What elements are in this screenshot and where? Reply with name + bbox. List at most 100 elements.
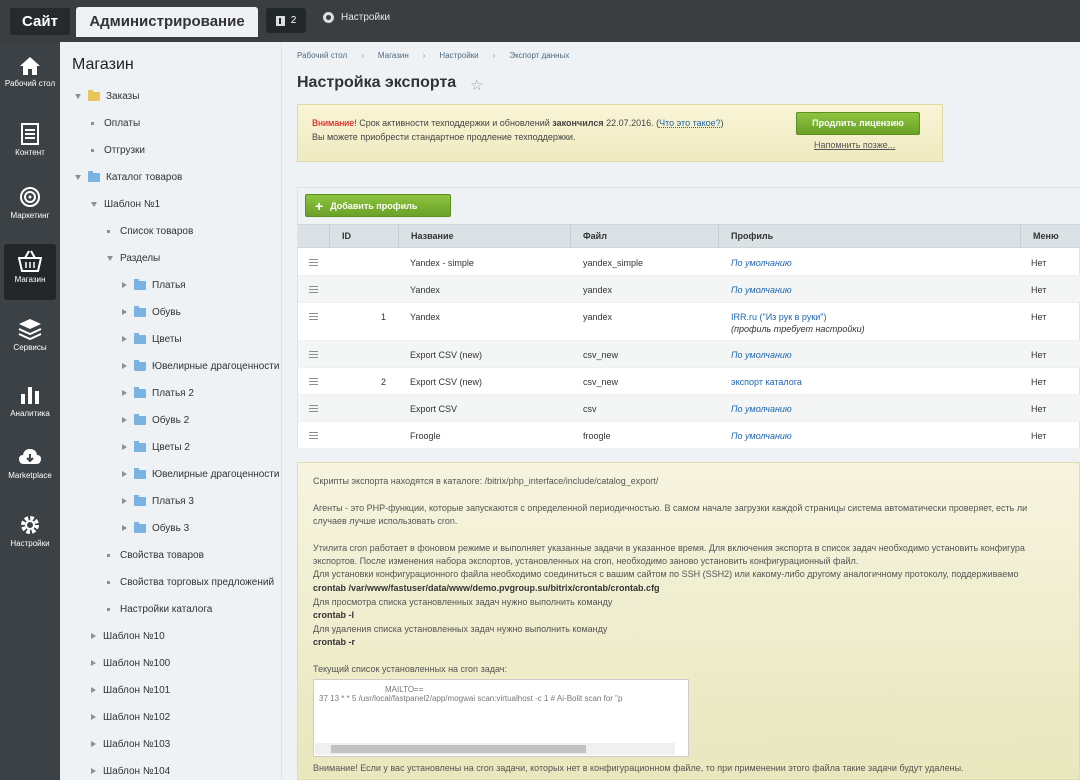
cell-profile-link[interactable]: экспорт каталога <box>731 377 802 387</box>
tree-item-section[interactable]: Цветы 2 <box>122 440 190 454</box>
what-is-this-link[interactable]: Что это такое? <box>659 118 721 128</box>
row-menu-icon[interactable] <box>309 405 318 412</box>
tree-item-section[interactable]: Цветы <box>122 332 182 346</box>
cell-profile-link[interactable]: По умолчанию <box>731 404 792 414</box>
table-row[interactable]: 2 Export CSV (new) csv_new экспорт катал… <box>298 368 1080 395</box>
expand-arrow-icon[interactable] <box>122 444 127 450</box>
menu-item-analytics[interactable]: Аналитика <box>4 378 56 434</box>
tree-item-catalog-settings[interactable]: Настройки каталога <box>107 602 212 616</box>
expand-arrow-icon[interactable] <box>107 255 113 261</box>
tree-item-product-list[interactable]: Список товаров <box>107 224 193 238</box>
settings-label: Настройки <box>341 12 391 23</box>
cell-profile-link[interactable]: IRR.ru ("Из рук в руки") <box>731 312 826 322</box>
cell-profile-link[interactable]: По умолчанию <box>731 258 792 268</box>
expand-arrow-icon[interactable] <box>91 687 96 693</box>
row-menu-icon[interactable] <box>309 378 318 385</box>
menu-item-shop[interactable]: Магазин <box>4 244 56 300</box>
favorite-star-icon[interactable]: ☆ <box>470 76 483 94</box>
row-menu-icon[interactable] <box>309 259 318 266</box>
tree-item-catalog[interactable]: Каталог товаров <box>75 170 182 184</box>
table-row[interactable]: 1 Yandex yandex IRR.ru ("Из рук в руки")… <box>298 303 1080 341</box>
expand-arrow-icon[interactable] <box>91 741 96 747</box>
tree-item-template[interactable]: Шаблон №101 <box>91 683 170 697</box>
menu-item-settings[interactable]: Настройки <box>4 508 56 564</box>
cron-tasks-textarea[interactable]: MAILTO== 37 13 * * 5 /usr/local/fastpane… <box>313 679 689 757</box>
tree-item-template[interactable]: Шаблон №102 <box>91 710 170 724</box>
expand-arrow-icon[interactable] <box>122 525 127 531</box>
menu-item-desktop[interactable]: Рабочий стол <box>4 50 56 106</box>
cell-profile-link[interactable]: По умолчанию <box>731 285 792 295</box>
expand-arrow-icon[interactable] <box>122 390 127 396</box>
cell-profile-note: (профиль требует настройки) <box>731 324 865 334</box>
tree-item-section[interactable]: Обувь <box>122 305 181 319</box>
admin-tab[interactable]: Администрирование <box>76 7 258 37</box>
column-header-menu[interactable]: Меню <box>1020 225 1080 247</box>
table-row[interactable]: Yandex - simple yandex_simple По умолчан… <box>298 249 1080 276</box>
cell-profile-link[interactable]: По умолчанию <box>731 431 792 441</box>
table-row[interactable]: Yandex yandex По умолчанию Нет <box>298 276 1080 303</box>
expand-arrow-icon[interactable] <box>91 768 96 774</box>
tree-item-section[interactable]: Обувь 2 <box>122 413 189 427</box>
tree-item-payments[interactable]: Оплаты <box>91 116 140 130</box>
row-menu-icon[interactable] <box>309 313 318 320</box>
tree-item-section[interactable]: Платья <box>122 278 186 292</box>
expand-arrow-icon[interactable] <box>75 174 81 180</box>
menu-item-content[interactable]: Контент <box>4 117 56 173</box>
column-header-id[interactable]: ID <box>329 225 398 247</box>
expand-arrow-icon[interactable] <box>91 660 96 666</box>
expand-arrow-icon[interactable] <box>75 93 81 99</box>
breadcrumb-item[interactable]: Магазин <box>378 51 409 60</box>
expand-arrow-icon[interactable] <box>122 498 127 504</box>
column-header-name[interactable]: Название <box>398 225 570 247</box>
horizontal-scrollbar[interactable] <box>315 743 675 755</box>
tree-item-section[interactable]: Ювелирные драгоценности <box>122 359 279 373</box>
main-content: Рабочий стол › Магазин › Настройки › Экспор… <box>282 42 1080 780</box>
tree-item-template[interactable]: Шаблон №103 <box>91 737 170 751</box>
tree-item-template[interactable]: Шаблон №10 <box>91 629 165 643</box>
tree-item-shipments[interactable]: Отгрузки <box>91 143 145 157</box>
tree-item-section[interactable]: Ювелирные драгоценности 2 <box>122 467 281 481</box>
site-tab[interactable]: Сайт <box>10 8 70 35</box>
scrollbar-thumb[interactable] <box>331 745 586 753</box>
tree-item-product-properties[interactable]: Свойства товаров <box>107 548 204 562</box>
tree-item-template[interactable]: Шаблон №100 <box>91 656 170 670</box>
table-row[interactable]: Export CSV (new) csv_new По умолчанию Не… <box>298 341 1080 368</box>
menu-item-services[interactable]: Сервисы <box>4 312 56 368</box>
tree-item-section[interactable]: Платья 3 <box>122 494 194 508</box>
expand-arrow-icon[interactable] <box>122 282 127 288</box>
renew-license-button[interactable]: Продлить лицензию <box>796 112 920 135</box>
menu-item-marketplace[interactable]: Marketplace <box>4 440 56 496</box>
expand-arrow-icon[interactable] <box>91 201 97 207</box>
tree-item-section[interactable]: Платья 2 <box>122 386 194 400</box>
menu-item-marketing[interactable]: Маркетинг <box>4 180 56 236</box>
expand-arrow-icon[interactable] <box>91 633 96 639</box>
remind-later-link[interactable]: Напомнить позже... <box>814 140 895 150</box>
expand-arrow-icon[interactable] <box>122 336 127 342</box>
column-header-profile[interactable]: Профиль <box>718 225 1020 247</box>
tree-item-orders[interactable]: Заказы <box>75 89 139 103</box>
column-header-file[interactable]: Файл <box>570 225 718 247</box>
breadcrumb-item[interactable]: Экспорт данных <box>509 51 569 60</box>
table-row[interactable]: Froogle froogle По умолчанию Нет <box>298 422 1080 449</box>
row-menu-icon[interactable] <box>309 351 318 358</box>
tree-item-sections[interactable]: Разделы <box>107 251 160 265</box>
cell-profile-link[interactable]: По умолчанию <box>731 350 792 360</box>
breadcrumb-item[interactable]: Рабочий стол <box>297 51 347 60</box>
tree-item-offer-properties[interactable]: Свойства торговых предложений <box>107 575 274 589</box>
row-menu-icon[interactable] <box>309 286 318 293</box>
table-row[interactable]: Export CSV csv По умолчанию Нет <box>298 395 1080 422</box>
expand-arrow-icon[interactable] <box>122 471 127 477</box>
expand-arrow-icon[interactable] <box>91 714 96 720</box>
row-menu-icon[interactable] <box>309 432 318 439</box>
expand-arrow-icon[interactable] <box>122 309 127 315</box>
tree-item-section[interactable]: Обувь 3 <box>122 521 189 535</box>
expand-arrow-icon[interactable] <box>122 417 127 423</box>
settings-link[interactable]: Настройки <box>323 12 390 23</box>
add-profile-button[interactable]: + Добавить профиль <box>305 194 451 217</box>
tree-item-template-1[interactable]: Шаблон №1 <box>91 197 160 211</box>
notifications-button[interactable]: 2 <box>266 8 306 33</box>
add-profile-label: Добавить профиль <box>330 200 418 211</box>
breadcrumb-item[interactable]: Настройки <box>439 51 478 60</box>
tree-item-template[interactable]: Шаблон №104 <box>91 764 170 778</box>
expand-arrow-icon[interactable] <box>122 363 127 369</box>
